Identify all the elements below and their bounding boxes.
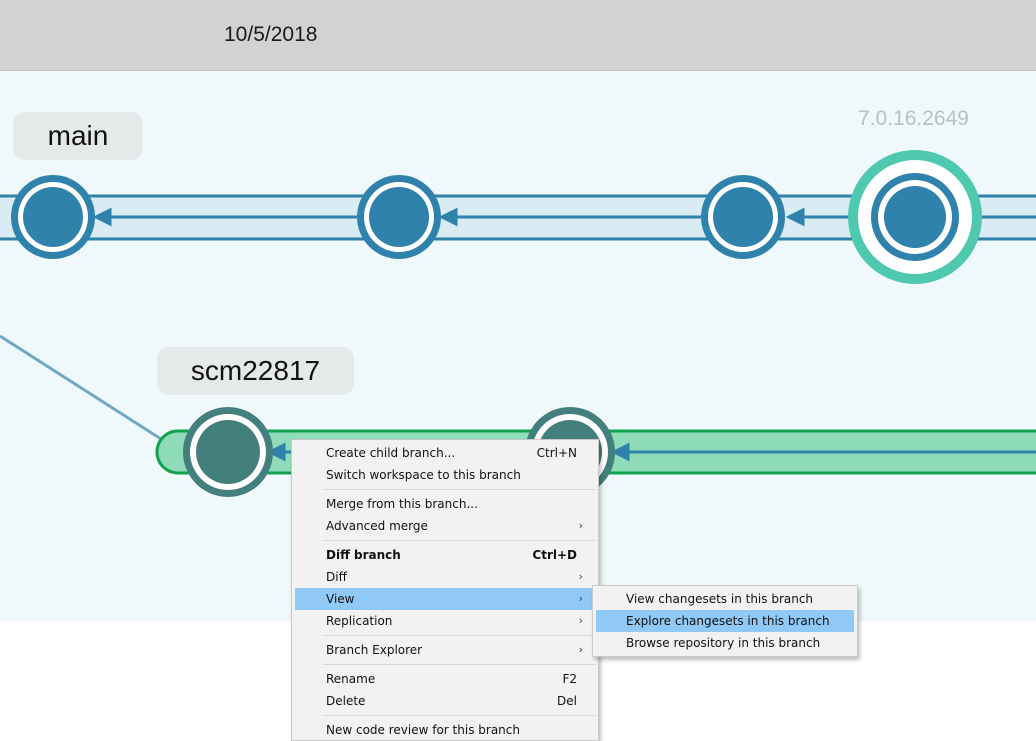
menu-item-new-code-review[interactable]: New code review for this branch [295, 719, 595, 741]
menu-item-switch-workspace[interactable]: Switch workspace to this branch [295, 464, 595, 486]
chevron-right-icon: › [578, 592, 583, 605]
shortcut-label: Ctrl+N [536, 446, 577, 460]
menu-separator [323, 715, 595, 716]
chevron-right-icon: › [578, 519, 583, 532]
menu-item-view[interactable]: View › [295, 588, 595, 610]
changeset-node[interactable] [11, 175, 95, 259]
branch-context-menu: Create child branch... Ctrl+N Switch wor… [291, 439, 599, 741]
menu-item-diff[interactable]: Diff › [295, 566, 595, 588]
changeset-node[interactable] [701, 175, 785, 259]
submenu-item-explore-changesets[interactable]: Explore changesets in this branch [596, 610, 854, 632]
menu-item-branch-explorer[interactable]: Branch Explorer › [295, 639, 595, 661]
menu-item-delete[interactable]: Delete Del [295, 690, 595, 712]
chevron-right-icon: › [578, 570, 583, 583]
labeled-changeset-node[interactable] [848, 150, 982, 284]
menu-separator [323, 664, 595, 665]
menu-item-diff-branch[interactable]: Diff branch Ctrl+D [295, 544, 595, 566]
menu-item-replication[interactable]: Replication › [295, 610, 595, 632]
shortcut-label: F2 [562, 672, 577, 686]
chevron-right-icon: › [578, 614, 583, 627]
menu-item-rename[interactable]: Rename F2 [295, 668, 595, 690]
view-submenu: View changesets in this branch Explore c… [592, 585, 858, 657]
menu-separator [323, 635, 595, 636]
submenu-item-browse-repository[interactable]: Browse repository in this branch [596, 632, 854, 654]
submenu-item-view-changesets[interactable]: View changesets in this branch [596, 588, 854, 610]
menu-item-create-child-branch[interactable]: Create child branch... Ctrl+N [295, 442, 595, 464]
shortcut-label: Del [557, 694, 577, 708]
chevron-right-icon: › [578, 643, 583, 656]
main-branch-label[interactable]: main [13, 112, 143, 160]
menu-separator [323, 540, 595, 541]
shortcut-label: Ctrl+D [532, 548, 577, 562]
menu-item-merge-from-branch[interactable]: Merge from this branch... [295, 493, 595, 515]
menu-separator [323, 489, 595, 490]
child-branch-label[interactable]: scm22817 [157, 347, 354, 395]
changeset-node[interactable] [183, 407, 273, 497]
menu-item-advanced-merge[interactable]: Advanced merge › [295, 515, 595, 537]
changeset-node[interactable] [357, 175, 441, 259]
changeset-label-tag: 7.0.16.2649 [858, 107, 969, 130]
